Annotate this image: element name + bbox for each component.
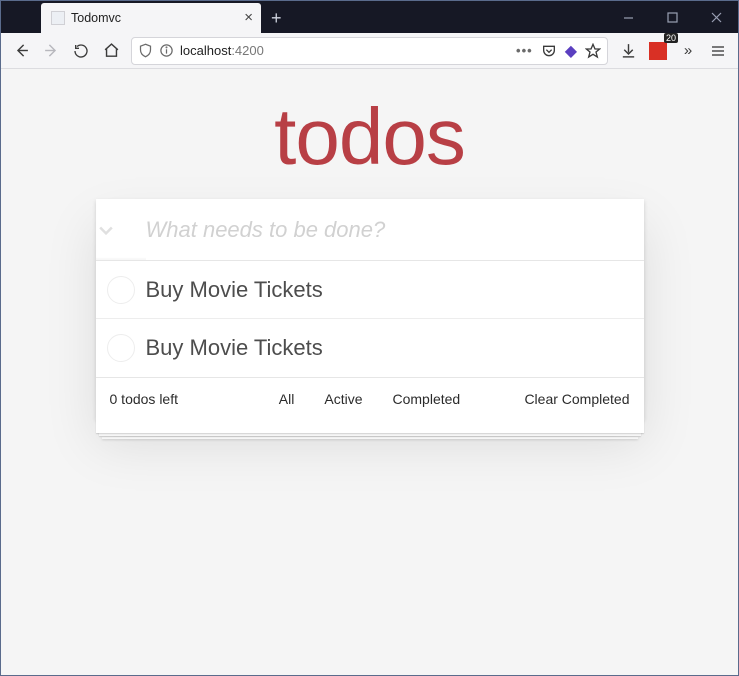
url-text: localhost:4200 bbox=[180, 43, 264, 58]
new-tab-button[interactable]: + bbox=[271, 8, 282, 29]
menu-button[interactable] bbox=[704, 37, 732, 65]
tab-title: Todomvc bbox=[71, 11, 121, 25]
extension-icon bbox=[649, 42, 667, 60]
bookmark-star-icon[interactable] bbox=[585, 43, 601, 59]
todo-label[interactable]: Buy Movie Tickets bbox=[146, 277, 323, 303]
new-todo-input[interactable] bbox=[146, 199, 644, 260]
todo-list: Buy Movie Tickets Buy Movie Tickets bbox=[96, 261, 644, 377]
window-close-button[interactable] bbox=[694, 1, 738, 33]
url-host: localhost bbox=[180, 43, 231, 58]
page-viewport: todos Buy Movie Tickets Buy Movie Ticket… bbox=[1, 69, 738, 675]
window-controls bbox=[606, 1, 738, 33]
info-icon[interactable] bbox=[159, 43, 174, 58]
todo-card: Buy Movie Tickets Buy Movie Tickets 0 to… bbox=[96, 199, 644, 419]
shield-icon bbox=[138, 43, 153, 58]
address-bar-actions: ••• ◆ bbox=[516, 41, 601, 61]
downloads-button[interactable] bbox=[614, 37, 642, 65]
toggle-all-icon[interactable] bbox=[96, 220, 146, 240]
circle-icon bbox=[107, 334, 135, 362]
overflow-button[interactable]: » bbox=[674, 37, 702, 65]
todo-item[interactable]: Buy Movie Tickets bbox=[96, 261, 644, 319]
new-todo-row bbox=[96, 199, 644, 261]
window-minimize-button[interactable] bbox=[606, 1, 650, 33]
reload-button[interactable] bbox=[67, 37, 95, 65]
back-button[interactable] bbox=[7, 37, 35, 65]
address-bar[interactable]: localhost:4200 ••• ◆ bbox=[131, 37, 608, 65]
url-port: :4200 bbox=[231, 43, 264, 58]
circle-icon bbox=[107, 276, 135, 304]
extension-badge: 20 bbox=[664, 33, 678, 43]
window-maximize-button[interactable] bbox=[650, 1, 694, 33]
window-titlebar: Todomvc × + bbox=[1, 1, 738, 33]
browser-tab[interactable]: Todomvc × bbox=[41, 3, 261, 33]
container-icon[interactable]: ◆ bbox=[565, 41, 577, 61]
filter-completed[interactable]: Completed bbox=[386, 389, 466, 409]
extension-button[interactable]: 20 bbox=[644, 37, 672, 65]
todo-item[interactable]: Buy Movie Tickets bbox=[96, 319, 644, 377]
todo-label[interactable]: Buy Movie Tickets bbox=[146, 335, 323, 361]
forward-button[interactable] bbox=[37, 37, 65, 65]
page-actions-icon[interactable]: ••• bbox=[516, 43, 533, 58]
todo-checkbox[interactable] bbox=[96, 276, 146, 304]
home-button[interactable] bbox=[97, 37, 125, 65]
pocket-icon[interactable] bbox=[541, 43, 557, 59]
todo-app: todos Buy Movie Tickets Buy Movie Ticket… bbox=[96, 97, 644, 419]
tab-favicon bbox=[51, 11, 65, 25]
tab-close-icon[interactable]: × bbox=[244, 10, 253, 25]
filter-all[interactable]: All bbox=[273, 389, 301, 409]
browser-toolbar: localhost:4200 ••• ◆ 20 » bbox=[1, 33, 738, 69]
filter-group: All Active Completed bbox=[96, 389, 644, 409]
todo-footer: 0 todos left All Active Completed Clear … bbox=[96, 377, 644, 419]
app-title: todos bbox=[96, 97, 644, 177]
todo-checkbox[interactable] bbox=[96, 334, 146, 362]
filter-active[interactable]: Active bbox=[318, 389, 368, 409]
